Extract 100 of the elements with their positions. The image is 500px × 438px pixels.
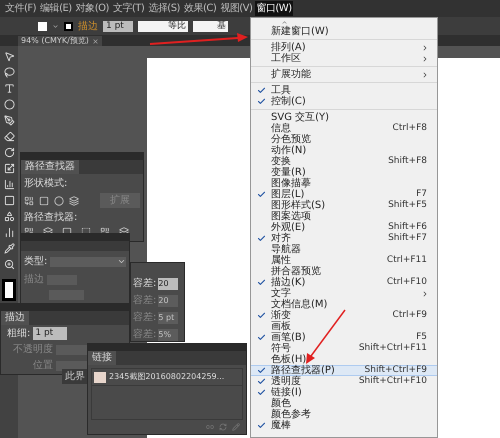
menu-item-label: 符号	[271, 343, 291, 354]
opacity-field[interactable]	[56, 344, 88, 354]
menu-item[interactable]: 图形样式(S) Shift+F5	[251, 200, 437, 211]
menu-item[interactable]: 链接(I)	[251, 387, 437, 398]
menu-item[interactable]: 分色预览	[251, 134, 437, 145]
menu-item[interactable]: 颜色参考	[251, 409, 437, 420]
menu-item[interactable]: 图层(L) F7	[251, 189, 437, 200]
shape-mode-icon[interactable]	[69, 196, 79, 206]
menu-item[interactable]: 信息 Ctrl+F8	[251, 123, 437, 134]
link-name[interactable]: 2345截图20160802204259...	[109, 371, 224, 383]
menu-item-label: 画笔(B)	[271, 332, 306, 343]
document-tab[interactable]: 94% (CMYK/预览)	[18, 36, 102, 46]
panel-tab[interactable]: 路径查找器	[21, 160, 79, 174]
menu-bar-item[interactable]: 文件(F)	[4, 1, 38, 16]
selection-arrow-icon[interactable]	[4, 51, 14, 62]
menu-item[interactable]: 描边(K) Ctrl+F10	[251, 277, 437, 288]
shape-mode-icon[interactable]	[24, 196, 34, 206]
menu-item[interactable]: 渐变 Ctrl+F9	[251, 310, 437, 321]
shapes-icon[interactable]	[4, 211, 14, 222]
menu-item-label: 控制(C)	[271, 96, 306, 107]
menu-item[interactable]: 拼合器预览	[251, 266, 437, 277]
menu-bar-item[interactable]: 视图(V)	[219, 1, 254, 16]
menu-item-label: 信息	[271, 123, 291, 134]
opacity-label: 不透明度	[13, 342, 53, 357]
menu-item[interactable]: 控制(C)	[251, 96, 437, 107]
menu-item[interactable]: 扩展功能	[251, 69, 437, 80]
menu-item-label: 图形样式(S)	[271, 200, 326, 211]
menu-item[interactable]: 新建窗口(W)	[251, 26, 437, 37]
lasso-icon[interactable]	[4, 67, 14, 78]
menu-item-label: 色板(H)	[271, 354, 306, 365]
panel-tab[interactable]: 描边	[1, 311, 29, 325]
menu-item[interactable]: 文档信息(M)	[251, 299, 437, 310]
menu-item-label: 描边(K)	[271, 277, 306, 288]
menu-item[interactable]: 动作(N)	[251, 145, 437, 156]
menu-item[interactable]: 工具	[251, 85, 437, 96]
eraser-icon[interactable]	[4, 131, 14, 142]
menu-item[interactable]: 变量(R)	[251, 167, 437, 178]
menu-item[interactable]: 符号 Shift+Ctrl+F11	[251, 343, 437, 354]
menu-bar-item[interactable]: 文字(T)	[112, 1, 146, 16]
dropdown-icon	[52, 22, 59, 30]
scroll-up-icon	[280, 18, 288, 26]
close-icon	[92, 38, 99, 44]
shortcut: Shift+F5	[388, 200, 428, 211]
menu-item-label: 导航器	[271, 244, 301, 255]
fill-swatch	[38, 22, 47, 30]
stroke-weight-field[interactable]: 1 pt	[103, 20, 133, 32]
menu-item-label: 动作(N)	[271, 145, 306, 156]
rotate-icon[interactable]	[4, 147, 14, 158]
column-graph-icon[interactable]	[4, 227, 14, 238]
panel-tab[interactable]: 链接	[88, 351, 116, 365]
menu-item-label: 工作区	[271, 53, 301, 64]
document-title: 94% (CMYK/预览)	[21, 36, 89, 46]
menu-item[interactable]: 对齐 Shift+F7	[251, 233, 437, 244]
menu-item[interactable]: 颜色	[251, 398, 437, 409]
menu-item-label: 分色预览	[271, 134, 311, 145]
menu-item[interactable]: 导航器	[251, 244, 437, 255]
menu-item[interactable]: 图像描摹	[251, 178, 437, 189]
pen-icon[interactable]	[4, 115, 14, 126]
menu-item[interactable]: 文字	[251, 288, 437, 299]
menu-item-label: 新建窗口(W)	[271, 26, 329, 37]
tolerance-field[interactable]: 20	[158, 278, 178, 290]
menu-item-label: 图案选项	[271, 211, 311, 222]
collapsed-panel-tab[interactable]: 此界	[62, 369, 88, 384]
menu-bar-item[interactable]: 选择(S)	[147, 1, 181, 16]
menu-bar-item[interactable]: 对象(O)	[74, 1, 110, 16]
menu-item[interactable]: 属性 Ctrl+F11	[251, 255, 437, 266]
shortcut: Shift+Ctrl+F9	[364, 365, 428, 376]
zoom-icon[interactable]	[4, 259, 14, 270]
menu-bar-item[interactable]: 编辑(E)	[39, 1, 73, 16]
rectangle-icon[interactable]	[4, 195, 14, 206]
menu-item-label: 变量(R)	[271, 167, 306, 178]
menu-item[interactable]: 透明度 Shift+Ctrl+F10	[251, 376, 437, 387]
bar-graph-icon[interactable]	[4, 179, 14, 190]
menu-item[interactable]: 魔棒	[251, 420, 437, 431]
profile-dropdown[interactable]: 等比	[138, 20, 188, 32]
brush-dropdown[interactable]: 基	[193, 20, 228, 32]
stroke-label: 描边	[24, 272, 44, 287]
menu-item[interactable]: 变换 Shift+F8	[251, 156, 437, 167]
menu-item[interactable]: 色板(H)	[251, 354, 437, 365]
menu-item-label: 拼合器预览	[271, 266, 321, 277]
shortcut: Ctrl+F11	[386, 255, 428, 266]
menu-item[interactable]: 画笔(B) F5	[251, 332, 437, 343]
eyedropper-icon[interactable]	[4, 243, 14, 254]
menu-bar-item[interactable]: 窗口(W)	[255, 1, 293, 16]
menu-item[interactable]: 图案选项	[251, 211, 437, 222]
menu-item[interactable]: 工作区	[251, 53, 437, 64]
shortcut: Ctrl+F8	[392, 123, 428, 134]
menu-item[interactable]: 外观(E) Shift+F6	[251, 222, 437, 233]
tolerance-label: 容差:	[133, 294, 156, 308]
menu-item[interactable]: 路径查找器(P) Shift+Ctrl+F9	[251, 365, 437, 376]
stroke-label[interactable]: 描边	[78, 18, 98, 34]
menu-item[interactable]: 画板	[251, 321, 437, 332]
type-icon[interactable]	[4, 83, 14, 94]
scale-icon[interactable]	[4, 163, 14, 174]
menu-bar-item[interactable]: 效果(C)	[182, 1, 218, 16]
menu-item[interactable]: 排列(A)	[251, 42, 437, 53]
menu-item-label: 魔棒	[271, 420, 291, 431]
menu-item[interactable]: SVG 交互(Y)	[251, 112, 437, 123]
weight-field[interactable]: 1 pt	[33, 326, 68, 340]
ellipse-icon[interactable]	[4, 99, 14, 110]
